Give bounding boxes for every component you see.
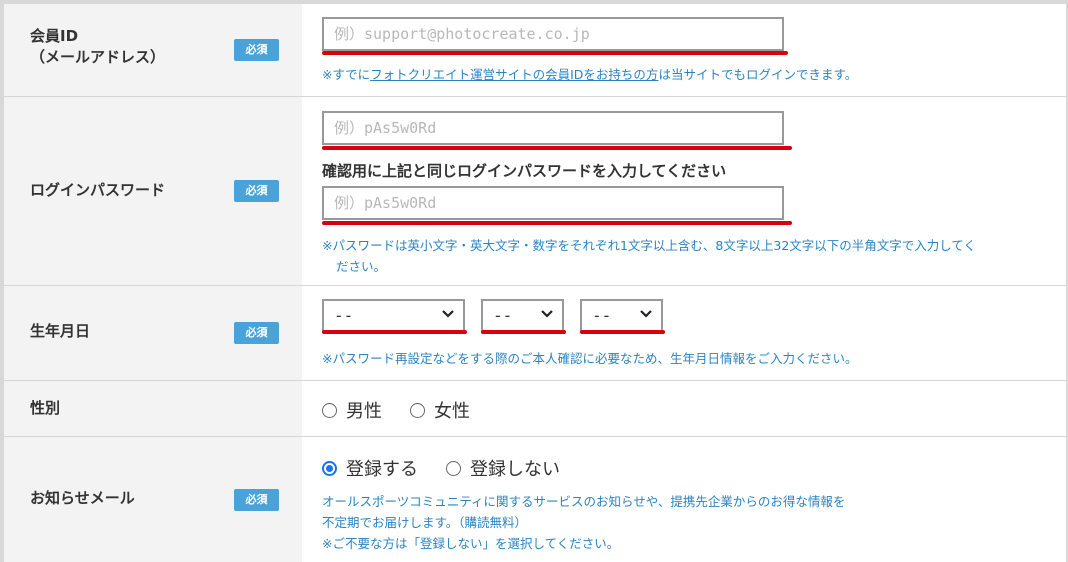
radio-button-selected[interactable] — [322, 460, 337, 476]
newsletter-label: お知らせメール — [30, 489, 135, 507]
gender-option-female[interactable]: 女性 — [410, 397, 470, 423]
gender-option-male-label: 男性 — [346, 401, 382, 422]
birth-year-highlight — [322, 330, 467, 334]
required-badge: 必須 — [234, 322, 279, 344]
birthday-row: 生年月日 必須 -- -- -- ※パスワード再設定などをする際のご本人確認に必… — [4, 286, 1066, 381]
member-id-label-line1: 会員ID — [30, 27, 79, 45]
member-id-note-suffix: は当サイトでもログインできます。 — [658, 67, 858, 82]
newsletter-note: オールスポーツコミュニティに関するサービスのお知らせや、提携先企業からのお得な情… — [322, 491, 845, 554]
birth-year-value: -- — [334, 306, 354, 325]
password-confirm-heading: 確認用に上記と同じログインパスワードを入力してください — [322, 162, 727, 180]
radio-button[interactable] — [322, 402, 337, 418]
newsletter-option-subscribe[interactable]: 登録する — [322, 455, 418, 481]
member-id-highlight — [322, 51, 788, 55]
member-id-label: 会員ID （メールアドレス） — [30, 26, 165, 68]
gender-option-male[interactable]: 男性 — [322, 397, 382, 423]
radio-button[interactable] — [410, 402, 425, 418]
newsletter-note-line3: ※ご不要な方は「登録しない」を選択してください。 — [322, 536, 620, 551]
password-confirm-highlight — [322, 221, 792, 225]
newsletter-note-line1: オールスポーツコミュニティに関するサービスのお知らせや、提携先企業からのお得な情… — [322, 494, 846, 509]
password-note: ※パスワードは英小文字・英大文字・数字をそれぞれ1文字以上含む、8文字以上32文… — [322, 235, 976, 277]
registration-form: 会員ID （メールアドレス） 必須 ※すでにフォトクリエイト運営サイトの会員ID… — [0, 0, 1068, 562]
birth-day-select[interactable]: -- — [580, 299, 663, 333]
birthday-note: ※パスワード再設定などをする際のご本人確認に必要なため、生年月日情報をご入力くだ… — [322, 351, 858, 366]
member-id-row: 会員ID （メールアドレス） 必須 ※すでにフォトクリエイト運営サイトの会員ID… — [4, 4, 1066, 97]
password-label: ログインパスワード — [30, 181, 166, 199]
member-id-label-cell: 会員ID （メールアドレス） 必須 — [4, 4, 302, 96]
chevron-down-icon — [640, 310, 652, 318]
password-note-line1: ※パスワードは英小文字・英大文字・数字をそれぞれ1文字以上含む、8文字以上32文… — [322, 238, 977, 253]
birth-day-highlight — [580, 330, 665, 334]
gender-label: 性別 — [30, 399, 61, 417]
gender-row: 性別 男性 女性 — [4, 381, 1066, 437]
birth-year-select[interactable]: -- — [322, 299, 465, 333]
password-note-line2: ださい。 — [336, 259, 387, 274]
birth-month-highlight — [481, 330, 566, 334]
member-id-input[interactable] — [322, 17, 784, 51]
gender-option-female-label: 女性 — [434, 401, 470, 422]
password-input[interactable] — [322, 111, 784, 145]
newsletter-label-cell: お知らせメール 必須 — [4, 437, 302, 562]
radio-button[interactable] — [446, 460, 461, 476]
newsletter-row: お知らせメール 必須 登録する 登録しない オールスポーツコミュニティに関するサ… — [4, 437, 1066, 562]
newsletter-option-unsubscribe[interactable]: 登録しない — [446, 455, 560, 481]
member-id-note: ※すでにフォトクリエイト運営サイトの会員IDをお持ちの方は当サイトでもログインで… — [322, 64, 857, 85]
newsletter-note-line2: 不定期でお届けします。（購読無料） — [322, 515, 528, 530]
newsletter-option-unsubscribe-label: 登録しない — [470, 459, 560, 480]
password-highlight — [322, 146, 792, 150]
password-confirm-input[interactable] — [322, 186, 784, 220]
photocreate-member-link[interactable]: フォトクリエイト運営サイトの会員IDをお持ちの方 — [370, 67, 658, 82]
gender-label-cell: 性別 — [4, 381, 302, 436]
birth-month-select[interactable]: -- — [481, 299, 564, 333]
birth-month-value: -- — [493, 306, 513, 325]
chevron-down-icon — [541, 310, 553, 318]
birthday-label: 生年月日 — [30, 322, 91, 340]
birth-day-value: -- — [592, 306, 612, 325]
chevron-down-icon — [442, 310, 454, 318]
birthday-label-cell: 生年月日 必須 — [4, 286, 302, 380]
password-row: ログインパスワード 必須 確認用に上記と同じログインパスワードを入力してください… — [4, 97, 1066, 286]
required-badge: 必須 — [234, 489, 279, 511]
password-label-cell: ログインパスワード 必須 — [4, 97, 302, 285]
member-id-note-prefix: ※すでに — [322, 67, 371, 82]
member-id-label-line2: （メールアドレス） — [30, 48, 166, 66]
newsletter-option-subscribe-label: 登録する — [346, 459, 418, 480]
required-badge: 必須 — [234, 39, 279, 61]
required-badge: 必須 — [234, 180, 279, 202]
